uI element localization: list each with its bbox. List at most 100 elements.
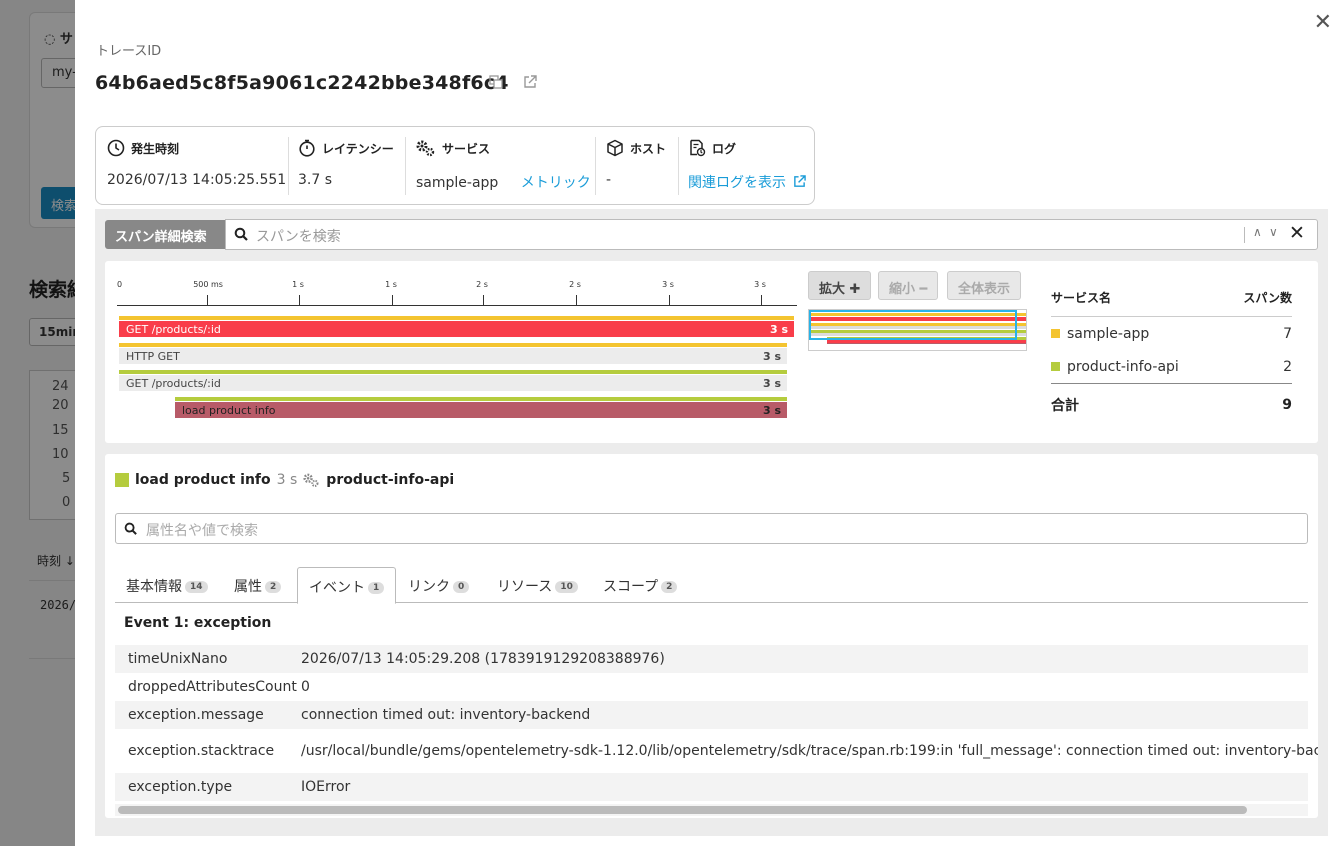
span-row[interactable]: GET /products/:id 3 s	[119, 370, 787, 397]
attr-key: exception.type	[128, 779, 233, 795]
trace-id-label: トレースID	[96, 44, 162, 59]
time-axis-tick	[576, 295, 577, 305]
time-axis-tick	[761, 295, 762, 305]
summary-host: ホスト -	[606, 137, 666, 195]
table-row: droppedAttributesCount 0	[115, 673, 1308, 701]
span-bar-name: GET /products/:id	[126, 377, 221, 390]
search-icon	[124, 522, 137, 535]
host-label: ホスト	[630, 141, 667, 156]
related-logs-link[interactable]: 関連ログを表示	[688, 175, 786, 191]
metric-link[interactable]: メトリック	[521, 175, 591, 191]
span-advanced-search-button[interactable]: スパン詳細検索	[105, 220, 225, 249]
event-title: Event 1: exception	[124, 615, 272, 631]
tab-count-badge: 2	[265, 581, 282, 593]
external-link-icon[interactable]	[793, 175, 807, 188]
time-axis-label: 1 s	[385, 280, 397, 289]
span-name: load product info	[135, 472, 271, 488]
search-icon	[234, 227, 248, 241]
log-document-icon	[690, 139, 706, 157]
attr-value: connection timed out: inventory-backend	[301, 707, 591, 723]
minimap-selection[interactable]	[809, 310, 1017, 340]
divider	[1244, 227, 1245, 243]
stopwatch-icon	[299, 139, 315, 157]
time-axis-tick	[207, 295, 208, 305]
host-value: -	[606, 172, 612, 188]
legend-span-count: 2	[1283, 358, 1292, 375]
attr-value: /usr/local/bundle/gems/opentelemetry-sdk…	[301, 743, 1318, 759]
time-axis-label: 500 ms	[193, 280, 223, 289]
time-axis-tick	[299, 295, 300, 305]
clear-search-icon[interactable]: ✕	[1289, 222, 1305, 244]
summary-occurred: 発生時刻 2026/07/13 14:05:25.551	[107, 137, 286, 195]
close-icon[interactable]: ✕	[1314, 10, 1332, 35]
span-search-field[interactable]: スパンを検索 ∧ ∨ ✕	[225, 219, 1318, 250]
summary-service: サービス sample-app メトリック	[416, 137, 591, 195]
legend-col-service: サービス名	[1051, 291, 1112, 305]
span-service: product-info-api	[326, 472, 455, 488]
latency-label: レイテンシー	[322, 141, 394, 156]
table-row: exception.stacktrace/usr/local/bundle/ge…	[115, 729, 1318, 773]
service-value: sample-app	[416, 175, 499, 191]
zoom-out-button[interactable]: 縮小 ━	[878, 271, 939, 300]
attribute-search-placeholder: 属性名や値で検索	[146, 523, 258, 539]
chevron-up-icon[interactable]: ∧	[1253, 225, 1262, 239]
minimap-span	[827, 340, 1026, 343]
span-row[interactable]: load product info 3 s	[175, 397, 787, 424]
table-row: exception.message connection timed out: i…	[115, 701, 1308, 729]
tab-basic-info[interactable]: 基本情報 14	[115, 567, 219, 603]
span-detail-tabs: 基本情報 14 属性 2 イベント 1 リンク 0 リソース 10 スコープ 2	[115, 567, 1308, 604]
tab-resources[interactable]: リソース 10	[486, 567, 589, 603]
tab-count-badge: 10	[555, 581, 578, 593]
tab-scope[interactable]: スコープ 2	[592, 567, 688, 603]
horizontal-scrollbar[interactable]	[115, 804, 1308, 816]
legend-row: product-info-api 2	[1051, 350, 1292, 383]
tab-events[interactable]: イベント 1	[297, 567, 397, 604]
span-bar-name: load product info	[182, 404, 276, 417]
trace-timeline: 0 500 ms 1 s 1 s 2 s 2 s 3 s 3 s GET /products/…	[105, 261, 1318, 443]
service-swatch	[1051, 329, 1060, 338]
legend-span-count: 7	[1283, 325, 1292, 342]
time-axis-label: 3 s	[754, 280, 766, 289]
attr-key: exception.message	[128, 707, 264, 723]
divider	[595, 137, 596, 195]
external-link-icon[interactable]	[523, 75, 537, 93]
service-swatch	[1051, 362, 1060, 371]
time-axis-tick	[483, 295, 484, 305]
gears-icon	[303, 473, 319, 487]
event-attributes-table: timeUnixNano 2026/07/13 14:05:29.208 (178…	[115, 645, 1318, 801]
time-axis-tick	[669, 295, 670, 305]
span-bar[interactable]: GET /products/:id 3 s	[119, 321, 794, 337]
attr-key: timeUnixNano	[128, 651, 228, 667]
legend-col-count: スパン数	[1243, 291, 1292, 305]
timeline-minimap[interactable]	[808, 309, 1027, 351]
attr-key: droppedAttributesCount	[128, 679, 297, 695]
time-axis-label: 2 s	[569, 280, 581, 289]
copy-icon[interactable]	[489, 75, 503, 93]
scrollbar-thumb[interactable]	[118, 806, 1247, 814]
time-axis-label: 2 s	[476, 280, 488, 289]
show-all-button[interactable]: 全体表示	[947, 271, 1022, 300]
span-row[interactable]: GET /products/:id 3 s	[119, 316, 794, 343]
span-row[interactable]: HTTP GET 3 s	[119, 343, 787, 370]
zoom-in-button[interactable]: 拡大 ✚	[808, 271, 872, 300]
tab-links[interactable]: リンク 0	[397, 567, 480, 603]
span-service-line	[119, 370, 787, 374]
time-axis-label: 1 s	[292, 280, 304, 289]
occurred-value: 2026/07/13 14:05:25.551	[107, 172, 287, 188]
attribute-search-field[interactable]: 属性名や値で検索	[115, 513, 1308, 544]
latency-value: 3.7 s	[298, 172, 333, 188]
legend-total-row: 合計 9	[1051, 383, 1292, 426]
span-duration: 3 s	[276, 472, 298, 488]
span-bar[interactable]: HTTP GET 3 s	[119, 348, 787, 364]
span-bar[interactable]: GET /products/:id 3 s	[119, 375, 787, 391]
span-bar-name: HTTP GET	[126, 350, 180, 363]
tab-attributes[interactable]: 属性 2	[223, 567, 292, 603]
summary-latency: レイテンシー 3.7 s	[298, 137, 394, 195]
span-bar[interactable]: load product info 3 s	[175, 402, 787, 418]
tab-count-badge: 1	[368, 582, 385, 594]
trace-id: 64b6aed5c8f5a9061c2242bbe348f6c4	[95, 72, 509, 94]
chevron-down-icon[interactable]: ∨	[1269, 225, 1278, 239]
divider	[405, 137, 406, 195]
span-service-line	[175, 397, 787, 401]
span-detail-header: load product info 3 s product-info-api	[115, 472, 454, 488]
